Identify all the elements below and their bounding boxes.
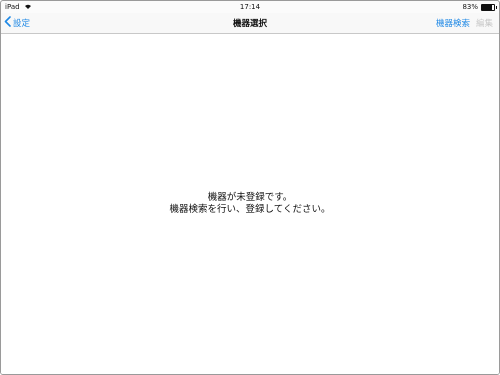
empty-message-line-1: 機器が未登録です。 bbox=[207, 192, 293, 203]
edit-button[interactable]: 編集 bbox=[476, 17, 493, 29]
status-time: 17:14 bbox=[239, 3, 261, 11]
ipad-screen: iPad 17:14 83% 設定 機器選択 機器検索 編集 機器が未登録です。… bbox=[0, 0, 500, 375]
page-title: 機器選択 bbox=[232, 19, 267, 29]
status-bar: iPad 17:14 83% bbox=[1, 1, 499, 13]
navigation-bar: 設定 機器選択 機器検索 編集 bbox=[1, 13, 499, 34]
battery-icon bbox=[481, 3, 497, 11]
empty-message-line-2: 機器検索を行い、登録してください。 bbox=[169, 204, 331, 215]
battery-percent: 83% bbox=[462, 3, 478, 11]
status-right: 83% bbox=[462, 3, 497, 11]
battery-tip bbox=[496, 5, 497, 9]
device-search-button[interactable]: 機器検索 bbox=[436, 17, 470, 29]
nav-actions: 機器検索 編集 bbox=[436, 17, 493, 29]
device-list-area: 機器が未登録です。 機器検索を行い、登録してください。 bbox=[1, 34, 499, 374]
battery-level bbox=[482, 4, 492, 10]
empty-state-message: 機器が未登録です。 機器検索を行い、登録してください。 bbox=[1, 192, 499, 216]
